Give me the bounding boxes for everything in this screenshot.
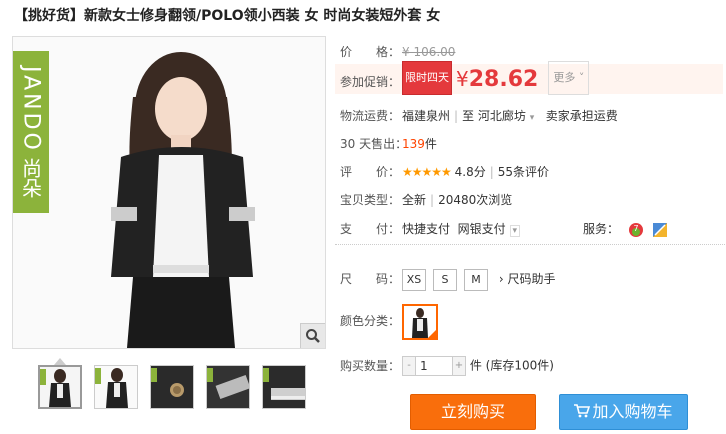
- price-row: 价 格： ¥ 106.00: [340, 43, 455, 60]
- thumbnail-5[interactable]: [262, 365, 306, 409]
- quantity-label: 购买数量：: [340, 358, 401, 373]
- buy-now-button[interactable]: 立刻购买: [410, 394, 536, 430]
- bank-pay: 网银支付: [457, 222, 506, 236]
- add-to-cart-button[interactable]: 加入购物车: [559, 394, 688, 430]
- quantity-increment-button[interactable]: +: [453, 357, 465, 375]
- color-swatch[interactable]: [402, 303, 438, 340]
- original-price: ¥ 106.00: [402, 45, 456, 59]
- more-promos-button[interactable]: 更多 ˅: [548, 61, 590, 95]
- promo-label: 参加促销：: [340, 75, 401, 89]
- thumbnail-3[interactable]: [150, 365, 194, 409]
- brand-logo-en: JANDO: [18, 65, 44, 153]
- size-helper-link[interactable]: › 尺码助手: [499, 272, 556, 286]
- condition: 全新: [402, 193, 427, 207]
- quantity-stepper: -1 +: [402, 356, 466, 376]
- quantity-decrement-button[interactable]: -: [403, 357, 415, 375]
- star-rating-icon: ★★★★★: [402, 165, 452, 179]
- ship-from: 福建泉州: [402, 109, 451, 123]
- sold-label: 30 天售出：: [340, 137, 408, 151]
- promo-badge: 限时四天: [402, 61, 452, 95]
- divider: [335, 244, 725, 245]
- size-row: 尺 码： XS S M › 尺码助手: [340, 268, 555, 291]
- more-label: 更多: [553, 71, 576, 84]
- thumbnail-1[interactable]: [38, 365, 82, 409]
- quantity-input[interactable]: 1: [415, 357, 453, 375]
- svg-text:7: 7: [633, 224, 638, 233]
- price-label: 价 格：: [340, 45, 401, 59]
- type-label: 宝贝类型：: [340, 193, 401, 207]
- service-label: 服务：: [583, 222, 620, 236]
- thumbnail-2[interactable]: [94, 365, 138, 409]
- brand-logo-cn: 尚朵: [18, 158, 43, 199]
- size-option-xs[interactable]: XS: [402, 269, 426, 291]
- color-row: 颜色分类：: [340, 303, 438, 340]
- stock-info: 件 (库存100件): [469, 358, 554, 373]
- chevron-down-icon: ˅: [578, 71, 585, 84]
- guarantee-icon[interactable]: [652, 222, 667, 237]
- seven-day-return-icon[interactable]: 7: [628, 222, 643, 237]
- model-photo: [13, 37, 325, 348]
- view-count: 20480次浏览: [438, 193, 513, 207]
- rating-value: 4.8分: [454, 165, 486, 179]
- reviews-link[interactable]: 55条评价: [498, 165, 549, 179]
- type-row: 宝贝类型： 全新 | 20480次浏览: [340, 193, 513, 207]
- quantity-row: 购买数量： -1 + 件 (库存100件): [340, 356, 554, 376]
- color-label: 颜色分类：: [340, 314, 401, 328]
- thumbnail-strip: [38, 365, 306, 409]
- product-title: 【挑好货】新款女士修身翻领/POLO领小西装 女 时尚女装短外套 女: [14, 8, 441, 24]
- chevron-down-icon: ▾: [529, 113, 535, 123]
- size-option-m[interactable]: M: [464, 269, 488, 291]
- brand-logo: JANDO 尚朵: [13, 51, 49, 213]
- shipping-fee: 卖家承担运费: [545, 109, 618, 123]
- sold-count: 139: [402, 137, 425, 151]
- sold-row: 30 天售出：139件: [340, 135, 437, 152]
- size-option-s[interactable]: S: [433, 269, 457, 291]
- shipping-label: 物流运费：: [340, 109, 401, 123]
- chevron-down-icon[interactable]: ▾: [509, 225, 521, 237]
- service-row: 服务： 7: [583, 220, 667, 237]
- thumb-pointer: [54, 358, 66, 365]
- promo-row: 参加促销： 限时四天 ¥28.62 更多 ˅: [340, 61, 590, 95]
- payment-label: 支 付：: [340, 222, 401, 236]
- ship-to: 河北廊坊: [477, 109, 526, 123]
- rating-row: 评 价： ★★★★★ 4.8分 | 55条评价: [340, 165, 550, 179]
- zoom-icon[interactable]: [300, 323, 325, 348]
- ship-to-prefix: 至: [462, 109, 475, 123]
- cart-icon: [574, 396, 591, 430]
- ship-to-select[interactable]: 河北廊坊 ▾: [478, 109, 534, 123]
- shipping-row: 物流运费： 福建泉州 | 至 河北廊坊 ▾ 卖家承担运费: [340, 109, 618, 123]
- quick-pay: 快捷支付: [402, 222, 451, 236]
- thumbnail-4[interactable]: [206, 365, 250, 409]
- rating-label: 评 价：: [340, 165, 401, 179]
- sold-unit: 件: [424, 137, 437, 151]
- add-to-cart-label: 加入购物车: [592, 402, 673, 421]
- size-label: 尺 码：: [340, 272, 401, 286]
- main-product-image[interactable]: JANDO 尚朵: [12, 36, 326, 349]
- currency-symbol: ¥: [456, 67, 469, 91]
- promo-price: 28.62: [468, 67, 539, 92]
- payment-row: 支 付： 快捷支付 网银支付 ▾: [340, 220, 521, 237]
